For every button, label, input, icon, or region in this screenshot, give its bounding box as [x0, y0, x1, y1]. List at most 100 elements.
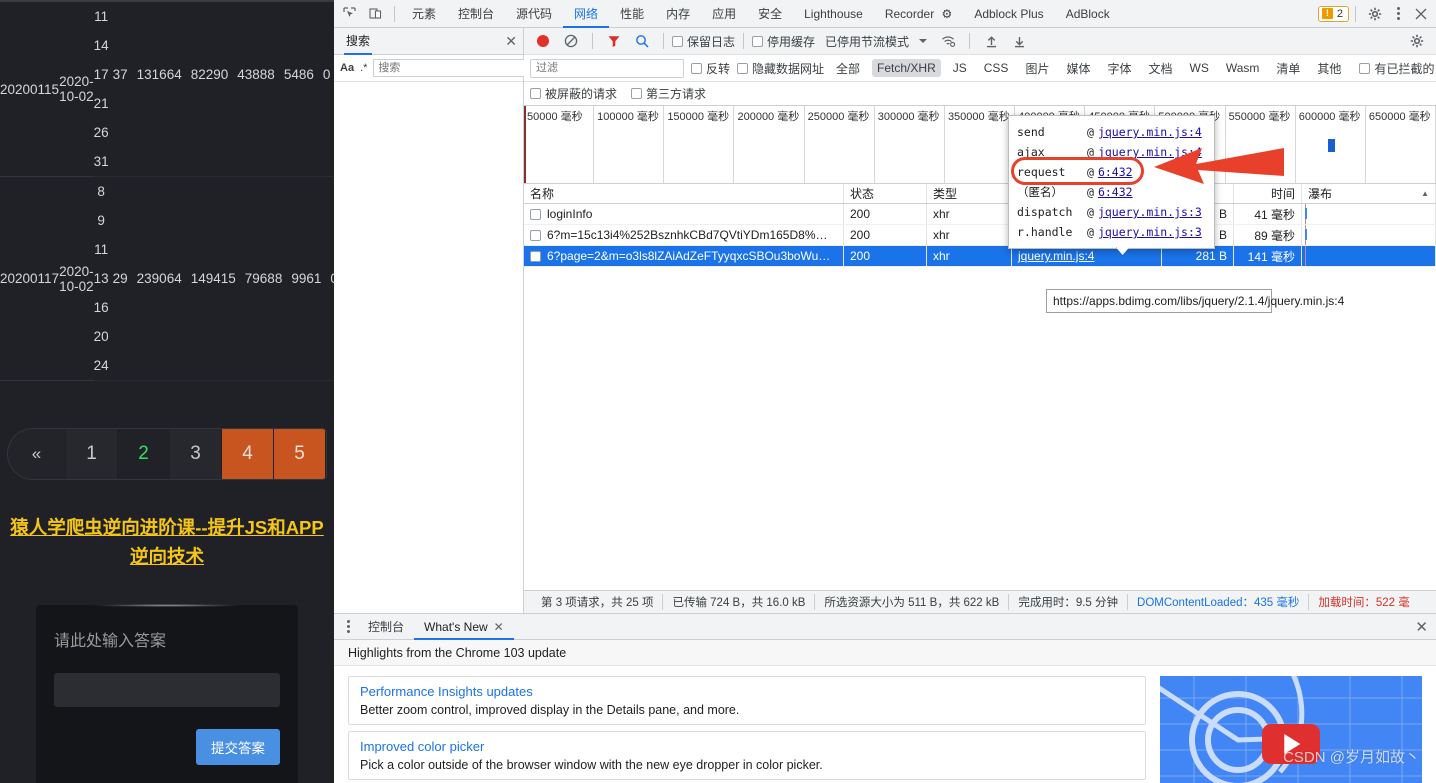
hide-data-urls-checkbox[interactable]: 隐藏数据网址: [737, 60, 824, 77]
row-checkbox-icon[interactable]: [530, 229, 541, 241]
filter-type-font[interactable]: 字体: [1102, 58, 1136, 79]
cell-id: 20200115: [0, 81, 60, 97]
filter-input[interactable]: [530, 58, 684, 78]
tab-security[interactable]: 安全: [747, 0, 793, 28]
drawer-tab-console[interactable]: 控制台: [358, 614, 414, 640]
frame-location-link[interactable]: 6:432: [1098, 162, 1133, 182]
cell-waterfall: [1302, 246, 1436, 266]
video-thumbnail[interactable]: [1160, 676, 1422, 783]
more-vertical-icon[interactable]: [338, 620, 358, 633]
close-icon[interactable]: [1408, 2, 1434, 26]
gear-icon[interactable]: [1404, 29, 1430, 53]
more-vertical-icon[interactable]: [1388, 7, 1408, 20]
record-button[interactable]: [530, 29, 556, 53]
tab-elements[interactable]: 元素: [401, 0, 447, 28]
filter-type-all[interactable]: 全部: [831, 58, 865, 79]
tab-performance[interactable]: 性能: [609, 0, 655, 28]
pagination-page-1[interactable]: 1: [66, 429, 118, 479]
table-row[interactable]: 20200115 2020-10-02 11: [0, 2, 334, 104]
search-input[interactable]: [373, 59, 526, 77]
warning-badge[interactable]: ! 2: [1317, 5, 1349, 22]
cell-values: [109, 177, 334, 207]
filter-type-media[interactable]: 媒体: [1061, 58, 1095, 79]
checkbox-icon: [631, 88, 643, 99]
promo-link[interactable]: 猿人学爬虫逆向进阶课--提升JS和APP逆向技术: [0, 513, 334, 571]
preserve-log-checkbox[interactable]: 保留日志: [672, 33, 735, 50]
column-header-status[interactable]: 状态: [844, 184, 927, 203]
clear-icon[interactable]: [558, 29, 584, 53]
table-row[interactable]: 6?m=15c13i4%252BsznhkCBd7QVtiYDm165D8%… …: [524, 225, 1436, 246]
tab-application[interactable]: 应用: [701, 0, 747, 28]
network-conditions-icon[interactable]: [935, 29, 961, 53]
pagination-page-2[interactable]: 2: [118, 429, 170, 479]
list-item[interactable]: Performance Insights updates Better zoom…: [348, 676, 1146, 725]
funnel-icon[interactable]: [601, 29, 627, 53]
close-icon[interactable]: ✕: [494, 614, 504, 640]
frame-location-link[interactable]: 6:432: [1098, 182, 1133, 202]
tab-sources[interactable]: 源代码: [505, 0, 563, 28]
table-row[interactable]: 6?page=2&m=o3ls8lZAiAdZeFTyyqxcSBOu3boWu…: [524, 246, 1436, 267]
cell-initiator[interactable]: jquery.min.js:4: [1012, 246, 1162, 266]
submit-answer-button[interactable]: 提交答案: [196, 729, 280, 765]
whats-new-video[interactable]: [1160, 676, 1422, 783]
chevron-down-icon[interactable]: [919, 39, 928, 43]
close-icon[interactable]: ✕: [505, 33, 517, 50]
frame-location-link[interactable]: jquery.min.js:3: [1098, 222, 1202, 242]
gear-icon[interactable]: [1362, 2, 1388, 26]
frame-location-link[interactable]: jquery.min.js:3: [1098, 202, 1202, 222]
blocked-cookies-checkbox[interactable]: 有已拦截的 Cookie: [1359, 60, 1436, 77]
cell-values: [109, 322, 334, 351]
filter-type-other[interactable]: 其他: [1312, 58, 1346, 79]
tab-recorder[interactable]: Recorder ⚙: [874, 0, 963, 28]
disable-cache-checkbox[interactable]: 停用缓存: [752, 33, 815, 50]
pagination-prev[interactable]: «: [8, 429, 66, 479]
import-har-icon[interactable]: [978, 29, 1004, 53]
card-title[interactable]: Improved color picker: [360, 739, 1134, 754]
drawer-close-icon[interactable]: ✕: [1415, 618, 1428, 636]
tab-lighthouse[interactable]: Lighthouse: [793, 0, 874, 28]
match-case-icon[interactable]: Aa: [340, 62, 354, 74]
initiator-link[interactable]: jquery.min.js:4: [1018, 249, 1094, 263]
filter-type-doc[interactable]: 文档: [1143, 58, 1177, 79]
third-party-checkbox[interactable]: 第三方请求: [631, 85, 706, 102]
search-icon[interactable]: [629, 29, 655, 53]
answer-input[interactable]: [54, 673, 280, 707]
filter-type-js[interactable]: JS: [948, 59, 972, 77]
pagination-page-5[interactable]: 5: [274, 429, 326, 479]
throttling-label[interactable]: 已停用节流模式: [825, 33, 909, 50]
device-toolbar-icon[interactable]: [362, 2, 388, 26]
tab-network[interactable]: 网络: [563, 0, 609, 28]
list-item[interactable]: Improved color picker Pick a color outsi…: [348, 731, 1146, 780]
row-checkbox-icon[interactable]: [530, 208, 541, 220]
card-title[interactable]: Performance Insights updates: [360, 684, 1134, 699]
blocked-requests-checkbox[interactable]: 被屏蔽的请求: [530, 85, 617, 102]
filter-type-css[interactable]: CSS: [979, 59, 1014, 77]
filter-type-fetch-xhr[interactable]: Fetch/XHR: [872, 59, 941, 77]
tab-memory[interactable]: 内存: [655, 0, 701, 28]
value: 79688: [244, 271, 283, 286]
frame-function: （匿名）: [1017, 185, 1063, 199]
inspect-element-icon[interactable]: [336, 2, 362, 26]
pagination-page-4[interactable]: 4: [222, 429, 274, 479]
table-row[interactable]: loginInfo 200 xhr 162 B 41 毫秒: [524, 204, 1436, 225]
filter-type-img[interactable]: 图片: [1020, 58, 1054, 79]
regex-icon[interactable]: .*: [360, 62, 367, 74]
row-checkbox-icon[interactable]: [530, 250, 541, 262]
export-har-icon[interactable]: [1006, 29, 1032, 53]
filter-type-manifest[interactable]: 清单: [1271, 58, 1305, 79]
youtube-play-icon[interactable]: [1262, 724, 1320, 765]
frame-location-link[interactable]: jquery.min.js:4: [1098, 122, 1202, 142]
column-header-waterfall[interactable]: 瀑布 ▲: [1302, 184, 1436, 203]
network-overview[interactable]: 50000 毫秒 100000 毫秒 150000 毫秒 200000 毫秒 2…: [524, 106, 1436, 184]
tab-adblock-plus[interactable]: Adblock Plus: [963, 0, 1054, 28]
filter-type-wasm[interactable]: Wasm: [1221, 59, 1265, 77]
pagination-page-3[interactable]: 3: [170, 429, 222, 479]
drawer-tab-whats-new[interactable]: What's New ✕: [414, 614, 514, 640]
table-row[interactable]: 20200117 2020-10-02 8: [0, 177, 334, 294]
column-header-type[interactable]: 类型: [927, 184, 1012, 203]
filter-type-ws[interactable]: WS: [1185, 59, 1214, 77]
tab-adblock[interactable]: AdBlock: [1055, 0, 1121, 28]
column-header-name[interactable]: 名称: [524, 184, 844, 203]
tab-console[interactable]: 控制台: [447, 0, 505, 28]
invert-checkbox[interactable]: 反转: [691, 60, 730, 77]
